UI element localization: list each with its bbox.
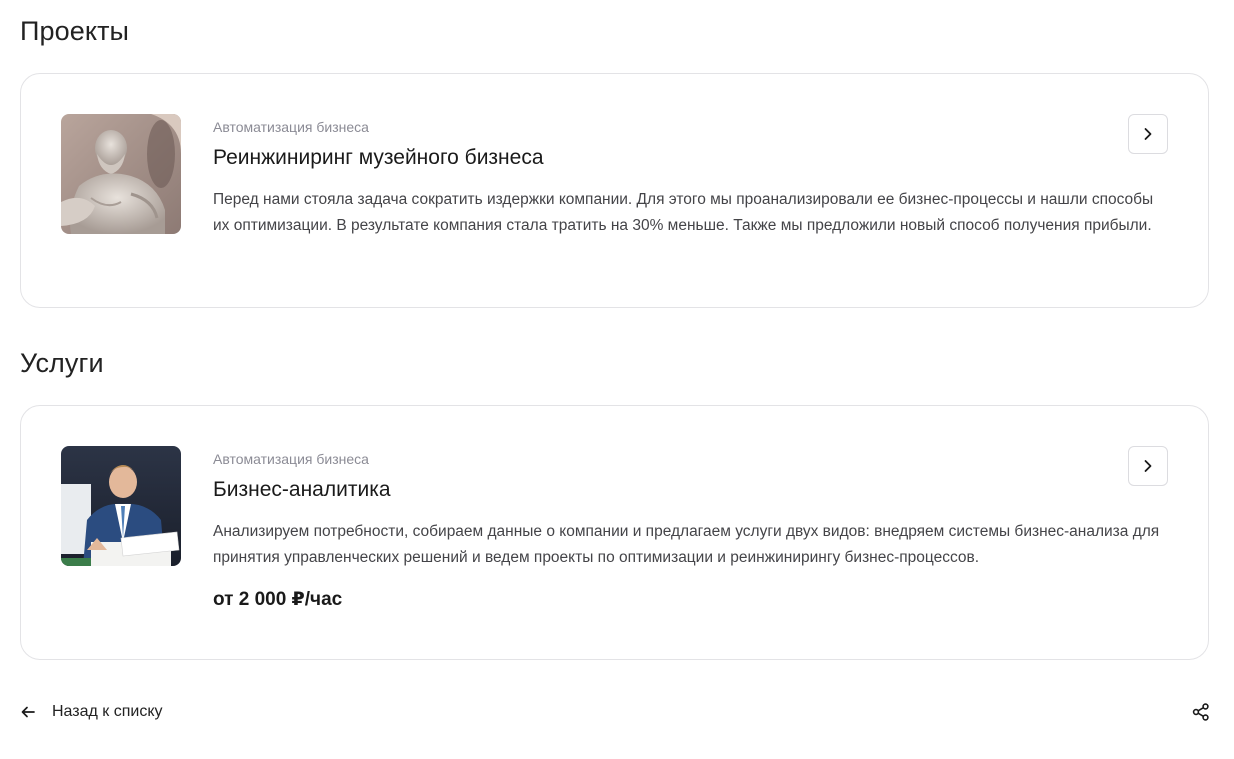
project-category: Автоматизация бизнеса bbox=[213, 119, 369, 135]
services-section-title: Услуги bbox=[20, 348, 104, 378]
back-to-list-label: Назад к списку bbox=[52, 703, 163, 720]
chevron-right-icon bbox=[1144, 128, 1152, 140]
service-card[interactable]: Автоматизация бизнеса Бизнес-аналитика А… bbox=[20, 405, 1209, 660]
back-to-list-link[interactable]: Назад к списку bbox=[20, 701, 163, 723]
project-open-button[interactable] bbox=[1128, 114, 1168, 154]
projects-section-title: Проекты bbox=[20, 16, 130, 46]
businessman-photo bbox=[61, 446, 181, 566]
arrow-left-icon bbox=[21, 706, 35, 718]
service-price: от 2 000 ₽/час bbox=[213, 589, 343, 610]
project-image bbox=[61, 114, 181, 234]
service-category: Автоматизация бизнеса bbox=[213, 451, 369, 467]
project-description: Перед нами стояла задача сократить издер… bbox=[213, 191, 1154, 234]
sculpture-photo bbox=[61, 114, 181, 234]
project-title[interactable]: Реинжиниринг музейного бизнеса bbox=[213, 145, 1163, 171]
share-button[interactable] bbox=[1191, 702, 1211, 722]
project-card[interactable]: Автоматизация бизнеса Реинжиниринг музей… bbox=[20, 73, 1209, 308]
service-image bbox=[61, 446, 181, 566]
service-description: Анализируем потребности, собираем данные… bbox=[213, 523, 1160, 566]
share-icon bbox=[1192, 703, 1209, 721]
service-title[interactable]: Бизнес-аналитика bbox=[213, 477, 1163, 503]
chevron-right-icon bbox=[1144, 460, 1152, 472]
service-open-button[interactable] bbox=[1128, 446, 1168, 486]
